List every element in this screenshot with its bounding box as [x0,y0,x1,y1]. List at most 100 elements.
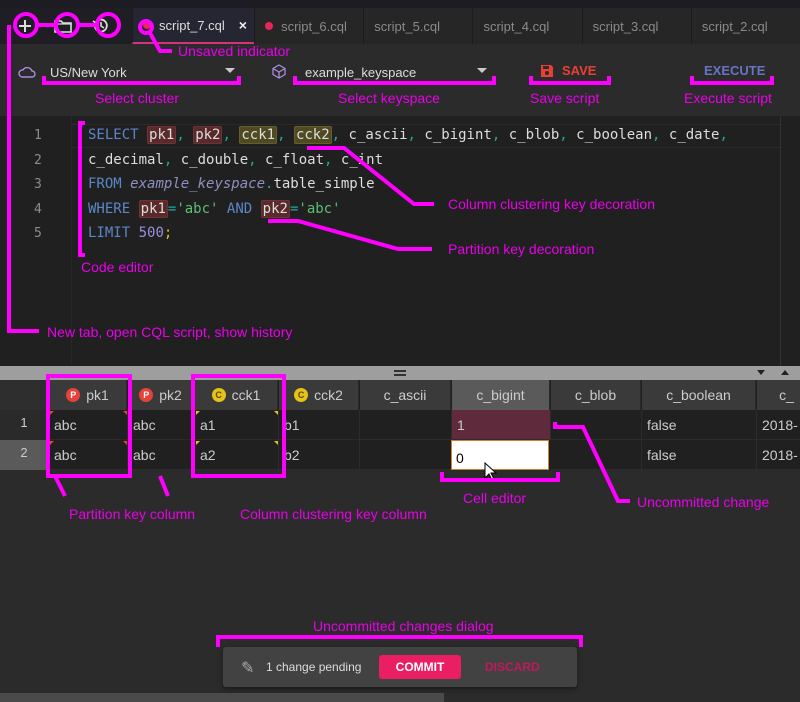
tab-script-6[interactable]: script_6.cql [254,8,364,44]
tab-label: script_7.cql [159,17,225,33]
column-label: pk2 [159,387,182,403]
column-header-c-bigint[interactable]: c_bigint [452,380,550,410]
cluster-select[interactable]: US/New York [50,61,235,83]
partition-key-decoration: pk1 [138,200,168,218]
execute-button[interactable]: EXECUTE [704,63,765,78]
chevron-down-icon [477,68,487,73]
open-script-button[interactable] [51,14,75,38]
partition-key-marker [123,441,127,445]
column-header-pk1[interactable]: Ppk1 [49,380,127,410]
save-button[interactable]: SAVE [540,63,596,78]
pencil-icon: ✎ [241,660,255,677]
column-label: cck2 [314,387,343,403]
row-number[interactable]: 2 [0,440,48,470]
annotation-cell-editor: Cell editor [463,490,527,506]
unsaved-indicator-icon [265,22,274,30]
clustering-key-marker [274,411,278,415]
grid-cell[interactable]: abc [128,410,195,440]
column-header-c-boolean[interactable]: c_boolean [642,380,756,410]
column-header-pk2[interactable]: Ppk2 [128,380,194,410]
grid-cell[interactable] [360,410,452,440]
mouse-cursor-icon [484,462,498,481]
annotation-tab-actions: New tab, open CQL script, show history [47,324,293,340]
save-icon [541,64,553,77]
grid-cell[interactable]: abc [49,440,128,470]
line-number: 3 [34,177,42,192]
grid-cell[interactable] [551,410,642,440]
partition-key-decoration: pk2 [260,200,290,218]
grid-cell[interactable]: false [642,410,757,440]
folder-icon [54,20,72,33]
code-line: c_decimal, c_double, c_float, c_int [88,152,384,168]
results-grid: Ppk1 Ppk2 Ccck1 Ccck2 c_ascii c_bigint c… [0,380,800,470]
grid-horizontal-scrollbar[interactable] [0,693,444,702]
annotation-select-keyspace: Select keyspace [338,90,440,106]
editor-scrollbar[interactable] [780,116,781,366]
column-label: pk1 [86,387,109,403]
tab-actions [0,8,132,44]
cell-editor-input[interactable] [451,440,549,470]
column-header-c-blob[interactable]: c_blob [551,380,641,410]
tab-label: script_5.cql [374,18,441,34]
drag-handle-icon[interactable] [394,370,406,376]
column-header-cck1[interactable]: Ccck1 [195,380,278,410]
discard-button[interactable]: DISCARD [485,660,540,674]
grid-cell[interactable]: 2018- [757,410,800,440]
line-number: 4 [34,202,42,217]
tab-script-4[interactable]: script_4.cql [472,8,582,44]
tab-label: script_3.cql [592,18,659,34]
history-button[interactable] [89,14,113,38]
grid-cell[interactable]: abc [128,440,195,470]
grid-cell[interactable]: false [642,440,757,470]
partition-key-marker [50,441,54,445]
new-tab-button[interactable] [13,14,37,38]
plus-icon [19,20,31,32]
collapse-down-icon[interactable] [757,370,765,375]
grid-cell[interactable]: a2 [195,440,279,470]
close-tab-icon[interactable]: × [239,17,247,33]
partition-key-icon: P [66,388,81,402]
expand-up-icon[interactable] [781,370,789,375]
column-header-cck2[interactable]: Ccck2 [279,380,359,410]
clustering-key-marker [196,441,200,445]
annotation-pk-column: Partition key column [69,506,196,522]
column-header-c-ascii[interactable]: c_ascii [360,380,451,410]
pending-changes-text: 1 change pending [266,660,362,674]
annotation-ck-decoration: Column clustering key decoration [448,196,655,212]
chevron-down-icon [225,68,235,73]
code-line: SELECT pk1, pk2, cck1, cck2, c_ascii, c_… [88,126,728,144]
grid-cell[interactable]: a1 [195,410,279,440]
annotation-save-script: Save script [530,90,600,106]
column-label: c_bigint [476,387,525,403]
line-number: 5 [34,226,42,241]
tab-script-2[interactable]: script_2.cql [690,8,800,44]
column-label: c_blob [574,387,617,403]
tab-script-3[interactable]: script_3.cql [581,8,691,44]
grid-cell[interactable]: b2 [279,440,360,470]
code-line: FROM example_keyspace.table_simple [88,176,375,192]
tab-label: script_4.cql [483,18,550,34]
grid-cell[interactable]: abc [49,410,128,440]
history-icon [92,18,108,33]
clustering-key-icon: C [211,388,226,402]
row-number[interactable]: 1 [0,410,48,440]
uncommitted-cell[interactable]: 1 [452,410,551,440]
grid-cell[interactable] [360,440,452,470]
grid-cell[interactable]: b1 [279,410,360,440]
keyspace-value: example_keyspace [305,64,417,80]
column-label: c_boolean [666,387,731,403]
grid-cell[interactable]: 2018- [757,440,800,470]
panel-splitter[interactable] [0,366,800,380]
tab-script-7[interactable]: script_7.cql × [132,8,255,44]
grid-cell[interactable] [551,440,642,470]
column-header-c-date[interactable]: c_ [757,380,800,410]
tab-bar: script_7.cql × script_6.cql script_5.cql… [0,8,800,44]
column-label: c_ascii [383,387,427,403]
commit-button[interactable]: COMMIT [379,655,461,679]
cloud-icon [18,66,36,78]
keyspace-select[interactable]: example_keyspace [305,61,487,83]
tab-script-5[interactable]: script_5.cql [363,8,473,44]
line-number: 1 [34,128,42,143]
column-label: c_ [779,387,794,403]
annotation-pk-decoration: Partition key decoration [448,241,595,257]
